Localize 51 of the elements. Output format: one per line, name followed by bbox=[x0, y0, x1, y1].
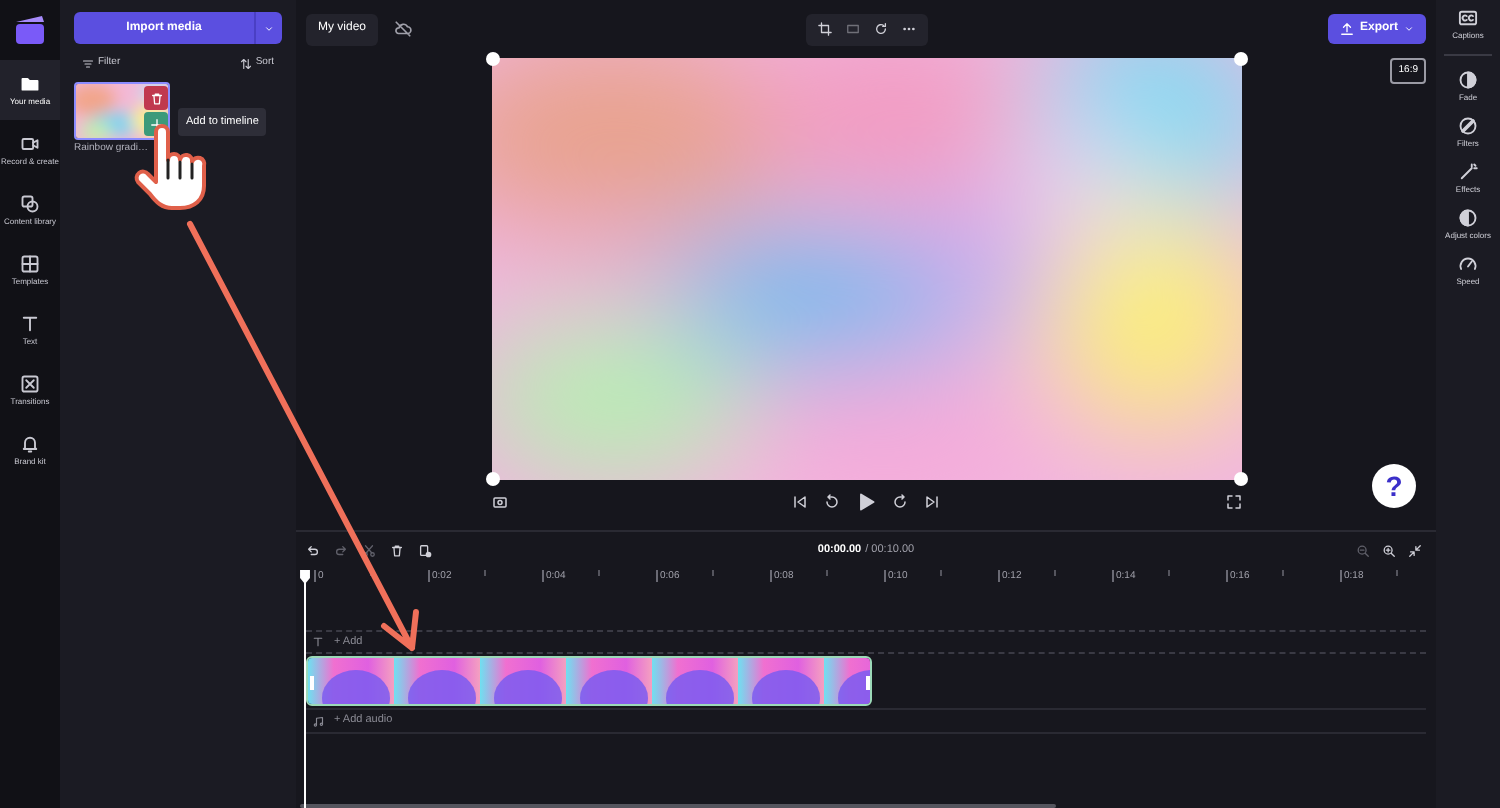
upload-icon bbox=[1339, 22, 1354, 36]
speedometer-icon bbox=[1458, 254, 1478, 274]
rewind-icon[interactable] bbox=[824, 494, 840, 510]
trash-icon bbox=[149, 91, 163, 105]
sort-icon bbox=[239, 58, 252, 70]
grid-icon bbox=[20, 254, 40, 274]
crop-icon[interactable] bbox=[817, 22, 831, 36]
app-logo-icon[interactable] bbox=[14, 16, 46, 44]
redo-icon[interactable] bbox=[334, 543, 348, 557]
scrollbar[interactable] bbox=[300, 804, 1056, 808]
undo-icon[interactable] bbox=[306, 543, 320, 557]
filter-icon bbox=[82, 58, 94, 70]
transition-icon bbox=[20, 374, 40, 394]
video-camera-icon bbox=[20, 134, 40, 154]
duplicate-icon[interactable] bbox=[418, 543, 432, 557]
play-icon[interactable] bbox=[856, 492, 876, 512]
contrast-icon bbox=[1458, 208, 1478, 228]
trash-icon[interactable] bbox=[390, 543, 404, 557]
bell-icon bbox=[20, 434, 40, 454]
cloud-off-icon[interactable] bbox=[394, 20, 413, 38]
folder-icon bbox=[20, 74, 40, 94]
more-icon[interactable] bbox=[901, 22, 915, 36]
shapes-icon bbox=[20, 194, 40, 214]
skip-back-icon[interactable] bbox=[792, 494, 808, 510]
zoom-out-icon[interactable] bbox=[1356, 543, 1370, 557]
rotate-icon[interactable] bbox=[873, 22, 887, 36]
video-clip[interactable] bbox=[306, 656, 872, 706]
fit-icon[interactable] bbox=[845, 22, 859, 36]
forward-icon[interactable] bbox=[892, 494, 908, 510]
filters-icon bbox=[1458, 116, 1478, 136]
magic-wand-icon bbox=[1458, 162, 1478, 182]
resize-handle[interactable] bbox=[1233, 52, 1247, 66]
scissors-icon[interactable] bbox=[362, 543, 376, 557]
fade-icon bbox=[1458, 70, 1478, 90]
resize-handle[interactable] bbox=[485, 52, 499, 66]
music-note-icon bbox=[312, 715, 324, 727]
caret-icon bbox=[264, 23, 274, 33]
collapse-icon[interactable] bbox=[1408, 543, 1422, 557]
text-icon bbox=[20, 314, 40, 334]
captions-icon bbox=[1458, 8, 1478, 28]
zoom-in-icon[interactable] bbox=[1382, 543, 1396, 557]
caret-icon bbox=[1404, 24, 1414, 34]
resize-handle[interactable] bbox=[1233, 472, 1247, 486]
resize-handle[interactable] bbox=[485, 472, 499, 486]
skip-forward-icon[interactable] bbox=[924, 494, 940, 510]
screenshot-icon[interactable] bbox=[491, 494, 507, 510]
text-icon bbox=[312, 636, 324, 648]
fullscreen-icon[interactable] bbox=[1225, 494, 1241, 510]
playhead[interactable] bbox=[300, 570, 310, 808]
delete-button[interactable] bbox=[144, 86, 168, 110]
help-button[interactable]: ? bbox=[1372, 464, 1416, 508]
